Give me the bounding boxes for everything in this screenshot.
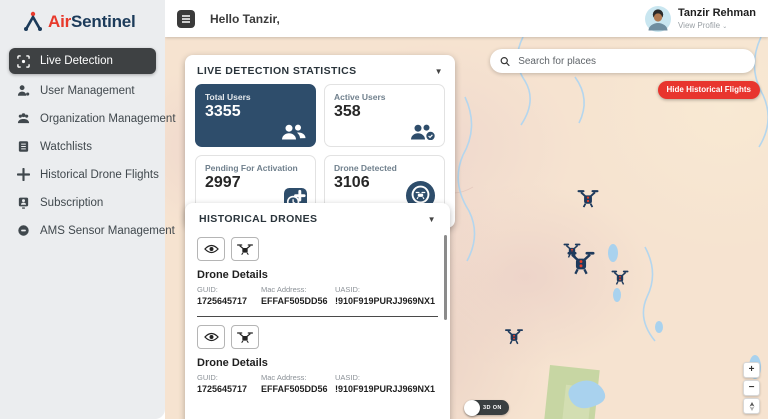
view-drone-button[interactable]	[197, 237, 225, 261]
avatar	[644, 5, 671, 32]
users-icon	[282, 124, 306, 140]
drone-icon	[237, 244, 253, 255]
sidebar-item-label: Watchlists	[40, 140, 92, 153]
map-drone-marker[interactable]	[577, 188, 599, 208]
greeting-text: Hello Tanzir,	[210, 11, 280, 26]
sidebar-item-ams-sensor-management[interactable]: AMS Sensor Management	[9, 219, 175, 242]
guid-field: GUID: 1725645717	[197, 373, 248, 394]
uasid-field: UASID: !910F919PURJJ969NX1	[335, 373, 436, 394]
sidebar-item-subscription[interactable]: Subscription	[9, 191, 156, 214]
profile-text: Tanzir Rehman View Profile ⌄	[678, 7, 756, 29]
sidebar-item-watchlists[interactable]: Watchlists	[9, 135, 156, 158]
map-drone-marker[interactable]	[567, 250, 595, 275]
entry-divider	[197, 316, 438, 317]
user-name: Tanzir Rehman	[677, 7, 756, 20]
sidebar-nav: Live Detection User Management Organizat…	[0, 44, 176, 251]
caret-down-icon: ⌄	[722, 23, 728, 30]
hamburger-icon	[182, 14, 190, 23]
top-header: Hello Tanzir, Tanzir Rehman View Profile…	[165, 0, 768, 37]
drone-logo-icon	[24, 11, 42, 31]
watchlist-icon	[18, 141, 29, 152]
sidebar-item-historical-drone-flights[interactable]: Historical Drone Flights	[9, 163, 159, 186]
subscription-icon	[18, 197, 29, 209]
menu-button[interactable]	[177, 9, 195, 28]
drone-button[interactable]	[231, 325, 259, 349]
historical-panel-header[interactable]: HISTORICAL DRONES ▼	[197, 212, 438, 232]
active-users-icon	[411, 124, 435, 140]
eye-icon	[203, 332, 219, 342]
stats-panel-title: LIVE DETECTION STATISTICS	[197, 65, 357, 77]
chevron-down-icon[interactable]: ▼	[435, 67, 443, 76]
stat-card-total-users[interactable]: Total Users 3355	[195, 84, 316, 147]
drone-entry: Drone Details GUID: 1725645717 Mac Addre…	[197, 237, 438, 306]
view-drone-button[interactable]	[197, 325, 225, 349]
sidebar-item-user-management[interactable]: User Management	[9, 79, 156, 102]
compass-button[interactable]	[743, 398, 760, 414]
sidebar-item-label: Organization Management	[40, 112, 176, 125]
zoom-out-button[interactable]: −	[743, 380, 760, 396]
historical-drones-panel: HISTORICAL DRONES ▼ Drone Details GUID: …	[185, 203, 450, 419]
map-controls: + −	[743, 362, 760, 414]
plus-icon	[17, 168, 30, 181]
map-drone-marker[interactable]	[611, 269, 629, 285]
map-search-bar	[490, 49, 755, 73]
drone-icon	[237, 332, 253, 343]
sidebar-item-label: Historical Drone Flights	[40, 168, 159, 181]
mac-address-field: Mac Address: EFFAF505DD56	[261, 373, 328, 394]
view-profile-link[interactable]: View Profile ⌄	[678, 21, 756, 30]
sensor-icon	[18, 225, 29, 236]
organization-icon	[17, 113, 30, 124]
compass-icon	[749, 401, 754, 411]
app-root: AirSentinel Live Detection User Manageme…	[0, 0, 768, 419]
stat-cards: Total Users 3355 Active Users 358 Pendin…	[195, 84, 445, 218]
historical-panel-title: HISTORICAL DRONES	[199, 213, 318, 225]
sidebar: AirSentinel Live Detection User Manageme…	[0, 0, 176, 419]
toggle-knob	[464, 399, 480, 416]
zoom-in-button[interactable]: +	[743, 362, 760, 378]
guid-field: GUID: 1725645717	[197, 285, 248, 306]
hide-historical-flights-button[interactable]: Hide Historical Flights	[657, 81, 760, 99]
uasid-field: UASID: !910F919PURJJ969NX1	[335, 285, 436, 306]
mac-address-field: Mac Address: EFFAF505DD56	[261, 285, 328, 306]
drone-button[interactable]	[231, 237, 259, 261]
profile-menu[interactable]: Tanzir Rehman View Profile ⌄	[644, 5, 756, 32]
sidebar-item-live-detection[interactable]: Live Detection	[9, 48, 156, 74]
scrollbar-thumb[interactable]	[444, 235, 447, 320]
map-drone-marker[interactable]	[505, 328, 523, 345]
user-icon	[17, 85, 30, 96]
sidebar-item-label: AMS Sensor Management	[40, 224, 175, 237]
sidebar-item-label: Subscription	[40, 196, 104, 209]
main-area: Hello Tanzir, Tanzir Rehman View Profile…	[165, 0, 768, 419]
stats-panel-header[interactable]: LIVE DETECTION STATISTICS ▼	[195, 64, 445, 84]
map-3d-toggle[interactable]: 3D ON	[464, 399, 509, 416]
search-icon	[500, 56, 510, 66]
eye-icon	[203, 244, 219, 254]
search-input[interactable]	[518, 55, 745, 67]
drone-entry: Drone Details GUID: 1725645717 Mac Addre…	[197, 325, 438, 394]
brand-name: AirSentinel	[48, 11, 136, 31]
sidebar-item-organization-management[interactable]: Organization Management	[9, 107, 176, 130]
brand-logo[interactable]: AirSentinel	[0, 0, 165, 44]
chevron-down-icon[interactable]: ▼	[428, 215, 436, 224]
drone-details-title: Drone Details	[197, 357, 268, 369]
sidebar-item-label: Live Detection	[40, 55, 113, 67]
stat-card-active-users[interactable]: Active Users 358	[324, 84, 445, 147]
drone-details-title: Drone Details	[197, 269, 268, 281]
scan-icon	[17, 54, 30, 68]
sidebar-item-label: User Management	[40, 84, 135, 97]
toggle-label: 3D ON	[483, 404, 502, 411]
